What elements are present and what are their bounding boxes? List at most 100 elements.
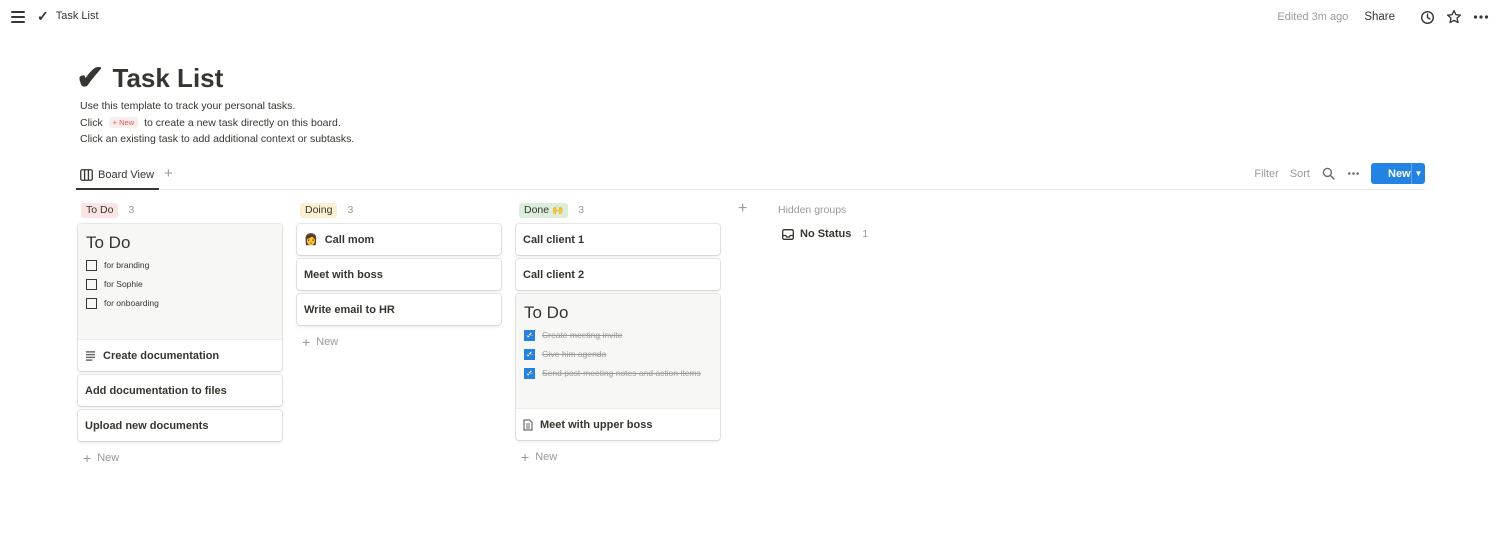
share-button[interactable]: Share <box>1364 11 1395 23</box>
check-icon: ✓ <box>37 8 49 24</box>
more-options-icon[interactable] <box>1472 8 1490 26</box>
document-icon <box>523 418 533 431</box>
sort-button[interactable]: Sort <box>1290 168 1310 180</box>
tab-board-view[interactable]: Board View <box>76 162 160 190</box>
column-count: 3 <box>128 204 135 216</box>
tab-label: Board View <box>98 169 155 181</box>
new-button[interactable]: New ▼ <box>1371 163 1425 184</box>
board-icon <box>80 169 93 181</box>
status-pill-label: Done <box>524 203 550 216</box>
add-view-icon[interactable]: + <box>164 166 173 182</box>
task-card[interactable]: Meet with boss <box>297 259 501 290</box>
todo-text: for onboarding <box>104 298 159 308</box>
card-title-row: Meet with boss <box>297 259 501 290</box>
task-card[interactable]: Write email to HR <box>297 294 501 325</box>
cover-title: To Do <box>86 233 131 252</box>
more-options-icon[interactable] <box>1346 167 1360 181</box>
description-text: to create a new task directly on this bo… <box>144 116 341 129</box>
new-button-label: New <box>1388 167 1411 180</box>
chevron-down-icon[interactable]: ▼ <box>1412 169 1425 178</box>
page-description: Use this template to track your personal… <box>80 98 354 148</box>
card-list: 👩 Call mom Meet with boss Write email to… <box>297 224 501 355</box>
top-bar: ✓ Task List Edited 3m ago Share <box>0 0 1500 36</box>
history-icon[interactable] <box>1418 8 1436 26</box>
raised-hands-icon: 🙌 <box>552 204 564 215</box>
description-text: Click <box>80 116 103 129</box>
card-title-row: Add documentation to files <box>78 375 282 406</box>
hidden-group-count: 1 <box>862 228 869 240</box>
column-header[interactable]: Done 🙌 3 <box>516 200 720 220</box>
todo-text: for Sophie <box>104 279 143 289</box>
card-title: Add documentation to files <box>85 384 227 397</box>
todo-item: ✓ Send post-meeting notes and action item… <box>524 367 712 379</box>
task-card[interactable]: To Do ✓ Create meeting invite ✓ Give him a… <box>516 294 720 440</box>
task-card[interactable]: Call client 1 <box>516 224 720 255</box>
checkbox <box>86 298 97 309</box>
top-bar-actions: Edited 3m ago Share <box>1277 8 1490 26</box>
breadcrumb[interactable]: ✓ Task List <box>37 9 99 23</box>
checked-checkbox-icon: ✓ <box>524 349 535 360</box>
todo-text: for branding <box>104 260 150 270</box>
status-pill: To Do <box>81 202 119 218</box>
todo-item: for branding <box>86 259 274 271</box>
sidebar-menu-icon[interactable] <box>9 8 27 26</box>
page-title: ✔ Task List <box>76 60 223 96</box>
card-title: Write email to HR <box>304 303 395 316</box>
card-cover: To Do for branding for Sophie for onboar… <box>78 224 282 340</box>
person-emoji-icon: 👩 <box>304 234 318 246</box>
card-title-row: Call client 1 <box>516 224 720 255</box>
card-cover: To Do ✓ Create meeting invite ✓ Give him a… <box>516 294 720 409</box>
card-title: Upload new documents <box>85 419 209 432</box>
card-title: Call mom <box>324 233 375 246</box>
filter-button[interactable]: Filter <box>1254 168 1278 180</box>
status-pill: Done 🙌 <box>519 202 569 218</box>
checked-checkbox-icon: ✓ <box>524 330 535 341</box>
column-header[interactable]: To Do 3 <box>78 200 282 220</box>
plus-icon: + <box>302 334 311 350</box>
hidden-group-no-status[interactable]: No Status 1 <box>782 228 868 240</box>
add-new-label: New <box>535 451 558 463</box>
check-icon[interactable]: ✔ <box>76 60 105 96</box>
task-card[interactable]: Upload new documents <box>78 410 282 441</box>
todo-item: for Sophie <box>86 278 274 290</box>
checkbox <box>86 279 97 290</box>
view-bar: Board View + Filter Sort New ▼ <box>76 162 1425 190</box>
column-done: Done 🙌 3 Call client 1 Call client 2 To … <box>516 200 720 470</box>
card-title: Meet with boss <box>304 268 383 281</box>
hidden-groups-label: Hidden groups <box>778 204 847 216</box>
card-title: Create documentation <box>103 349 220 362</box>
todo-item: ✓ Create meeting invite <box>524 329 712 341</box>
plus-icon: + <box>521 449 530 465</box>
breadcrumb-label: Task List <box>55 10 99 22</box>
task-card[interactable]: To Do for branding for Sophie for onboar… <box>78 224 282 371</box>
view-tools: Filter Sort New ▼ <box>1254 163 1425 184</box>
column-todo: To Do 3 To Do for branding for Sophie fo… <box>78 200 282 471</box>
column-doing: Doing 3 👩 Call mom Meet with boss Write … <box>297 200 501 355</box>
star-icon[interactable] <box>1445 8 1463 26</box>
task-card[interactable]: Call client 2 <box>516 259 720 290</box>
column-count: 3 <box>578 204 585 216</box>
add-group-icon[interactable]: + <box>738 200 747 218</box>
add-new-label: New <box>97 452 120 464</box>
add-new-card-button[interactable]: + New <box>78 445 282 471</box>
description-line: Click + New to create a new task directl… <box>80 115 354 132</box>
page-title-text[interactable]: Task List <box>113 60 224 96</box>
card-title: Meet with upper boss <box>540 418 653 431</box>
task-card[interactable]: 👩 Call mom <box>297 224 501 255</box>
cover-title: To Do <box>524 303 569 322</box>
add-new-card-button[interactable]: + New <box>516 444 720 470</box>
document-list-icon <box>85 351 96 361</box>
card-title-row: 👩 Call mom <box>297 224 501 255</box>
task-card[interactable]: Add documentation to files <box>78 375 282 406</box>
description-line: Use this template to track your personal… <box>80 100 296 112</box>
column-header[interactable]: Doing 3 <box>297 200 501 220</box>
add-new-card-button[interactable]: + New <box>297 329 501 355</box>
column-count: 3 <box>347 204 354 216</box>
inbox-icon <box>782 228 794 240</box>
todo-item: for onboarding <box>86 297 274 309</box>
card-title-row: Create documentation <box>78 340 282 371</box>
todo-item: ✓ Give him agenda <box>524 348 712 360</box>
search-icon[interactable] <box>1321 167 1335 181</box>
status-pill: Doing <box>300 202 338 218</box>
todo-text: Give him agenda <box>542 349 607 359</box>
